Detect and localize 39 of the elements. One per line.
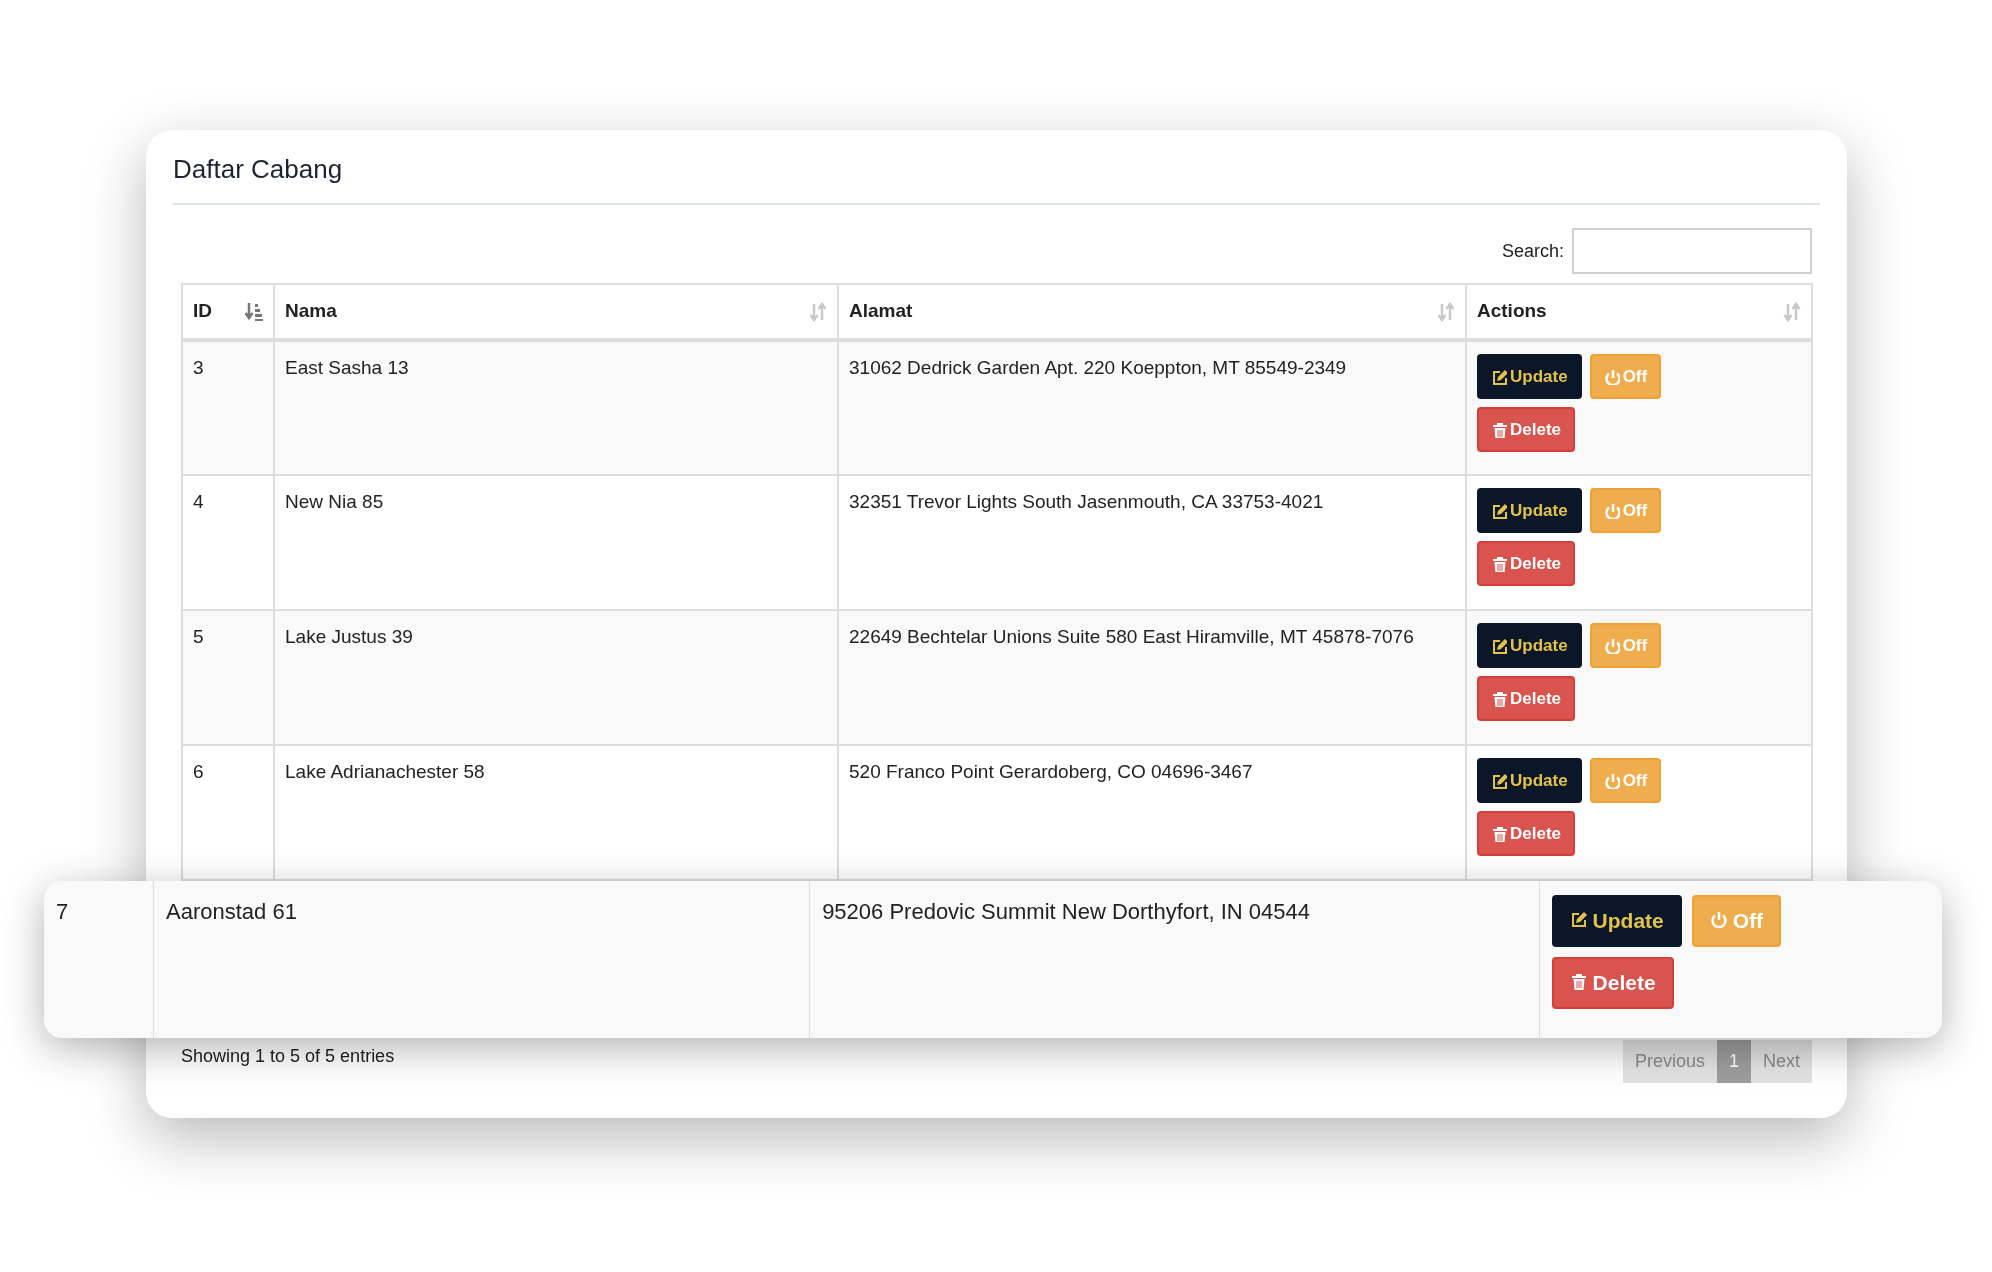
delete-button[interactable]: Delete xyxy=(1477,541,1576,586)
pagination-link[interactable]: Previous xyxy=(1622,1040,1717,1083)
update-button[interactable]: Update xyxy=(1477,758,1582,803)
search-field[interactable] xyxy=(1572,228,1812,274)
panel-title: Daftar Cabang xyxy=(173,154,343,184)
table-cell: Lake Justus 39 xyxy=(274,610,838,745)
update-button[interactable]: Update xyxy=(1477,623,1582,668)
table-cell: 31062 Dedrick Garden Apt. 220 Koeppton, MT 85549-2349 xyxy=(838,340,1466,475)
trash-icon xyxy=(1491,690,1507,707)
update-button[interactable]: Update xyxy=(1551,895,1682,947)
table-cell: Aaronstad 61 xyxy=(153,881,810,1038)
update-button[interactable]: Update xyxy=(1477,488,1582,533)
search-label: Search: xyxy=(1501,239,1564,263)
entries-info: Showing 1 to 5 of 5 entries xyxy=(181,1045,395,1068)
edit-icon xyxy=(1491,368,1507,385)
pagination-link[interactable]: 1 xyxy=(1716,1040,1751,1083)
update-button[interactable]: Update xyxy=(1477,354,1582,399)
power-icon xyxy=(1603,368,1620,385)
power-icon xyxy=(1603,637,1620,654)
delete-button[interactable]: Delete xyxy=(1551,957,1674,1009)
power-icon xyxy=(1709,911,1730,931)
pagination-link[interactable]: Next xyxy=(1751,1040,1812,1083)
table-cell: 3 xyxy=(182,340,274,475)
power-icon xyxy=(1603,772,1620,789)
trash-icon xyxy=(1491,555,1507,572)
edit-icon xyxy=(1491,502,1507,519)
table-cell: 5 xyxy=(182,610,274,745)
edit-icon xyxy=(1491,637,1507,654)
trash-icon xyxy=(1491,825,1507,842)
table-cell: 22649 Bechtelar Unions Suite 580 East Hiramville, MT 45878-7076 xyxy=(838,610,1466,745)
power-icon xyxy=(1603,502,1620,519)
delete-button[interactable]: Delete xyxy=(1477,407,1576,452)
table-cell: East Sasha 13 xyxy=(274,340,838,475)
table-cell: 95206 Predovic Summit New Dorthyfort, IN 04544 xyxy=(809,881,1540,1038)
trash-icon xyxy=(1491,421,1507,438)
edit-icon xyxy=(1491,772,1507,789)
delete-button[interactable]: Delete xyxy=(1477,676,1576,721)
delete-button[interactable]: Delete xyxy=(1477,811,1576,856)
table-cell: 7 xyxy=(44,881,154,1038)
